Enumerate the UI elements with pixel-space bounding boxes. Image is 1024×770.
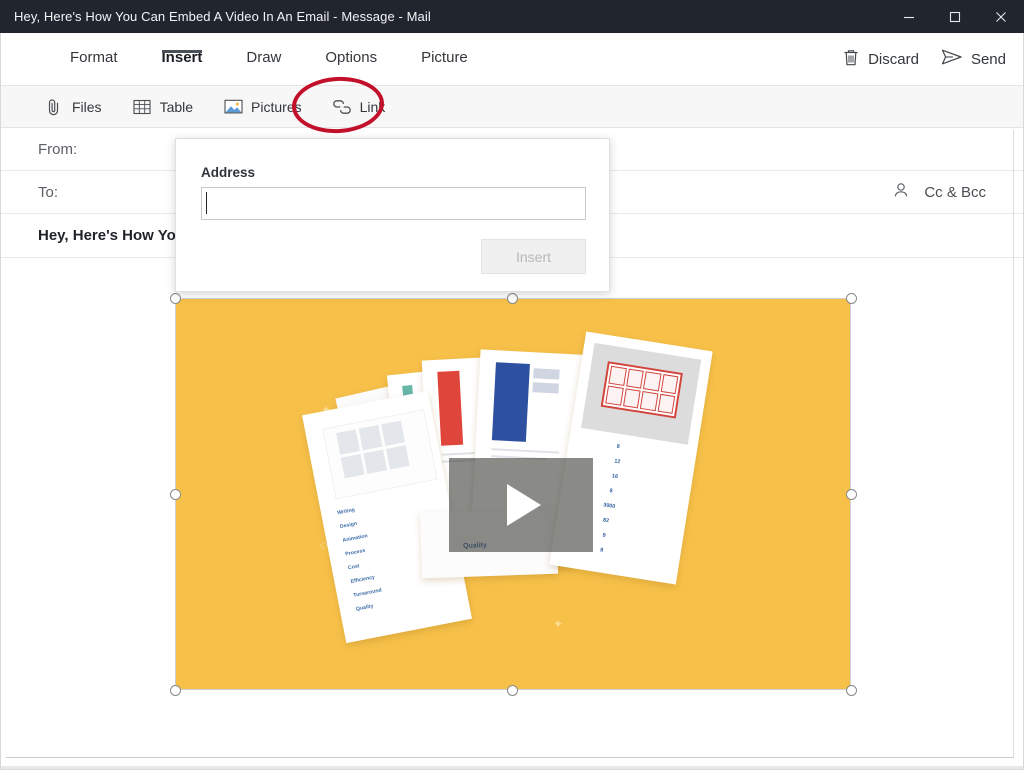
toolbar-item-table[interactable]: Table xyxy=(132,97,193,117)
resize-handle-top-center[interactable] xyxy=(507,293,518,304)
toolbar-item-link[interactable]: Link xyxy=(332,97,386,117)
ribbon-bar: Format Insert Draw Options Picture Disca… xyxy=(0,33,1024,85)
bottom-divider xyxy=(6,757,1014,758)
toolbar-item-pictures-label: Pictures xyxy=(251,99,302,115)
card-list-item: Design xyxy=(340,521,358,531)
card-list-item: Process xyxy=(345,548,366,559)
card-list-item: Writing xyxy=(337,507,356,517)
discard-label: Discard xyxy=(868,51,919,68)
window-title: Hey, Here's How You Can Embed A Video In… xyxy=(0,9,431,24)
send-icon xyxy=(941,48,963,70)
sparkle-icon: ✦ xyxy=(553,618,563,630)
ribbon-tabs: Format Insert Draw Options Picture xyxy=(48,33,490,85)
tab-picture[interactable]: Picture xyxy=(399,33,490,66)
message-body[interactable]: ✦ ◇ ◇ ◻ ✦ xyxy=(0,272,1024,745)
toolbar-item-pictures[interactable]: Pictures xyxy=(223,97,302,117)
card-list-item: Turnaround xyxy=(353,587,383,600)
card-list-item: Quality xyxy=(356,603,375,613)
discard-button[interactable]: Discard xyxy=(842,48,919,71)
toolbar-item-table-label: Table xyxy=(160,99,193,115)
insert-button[interactable]: Insert xyxy=(481,239,586,274)
tab-options[interactable]: Options xyxy=(303,33,399,66)
card-number: 8 xyxy=(609,488,613,496)
card-number: 12 xyxy=(614,458,621,466)
card-number: 9 xyxy=(602,533,606,541)
tab-picture-label: Picture xyxy=(421,49,468,66)
cc-bcc-label: Cc & Bcc xyxy=(924,184,986,201)
tab-draw[interactable]: Draw xyxy=(224,33,303,66)
text-caret xyxy=(206,192,207,214)
link-popup: Address Insert xyxy=(175,138,610,292)
title-bar: Hey, Here's How You Can Embed A Video In… xyxy=(0,0,1024,33)
resize-handle-bottom-right[interactable] xyxy=(846,685,857,696)
resize-handle-middle-left[interactable] xyxy=(170,489,181,500)
play-button-overlay[interactable] xyxy=(449,458,593,552)
card-number: 3000 xyxy=(603,502,616,511)
from-label: From: xyxy=(38,141,77,158)
window-controls xyxy=(886,0,1024,33)
embedded-video-thumbnail[interactable]: ✦ ◇ ◇ ◻ ✦ xyxy=(175,298,851,690)
tab-format[interactable]: Format xyxy=(48,33,140,66)
card-number: 16 xyxy=(611,473,618,481)
card-number: 82 xyxy=(602,517,609,525)
card-list-item: Efficiency xyxy=(350,574,375,586)
close-button[interactable] xyxy=(978,0,1024,33)
person-icon xyxy=(892,181,910,204)
card-number: 8 xyxy=(599,547,603,555)
resize-handle-top-left[interactable] xyxy=(170,293,181,304)
subject-value: Hey, Here's How Yo xyxy=(38,227,176,244)
card-list-item: Animation xyxy=(342,533,368,545)
paperclip-icon xyxy=(44,97,64,117)
cc-bcc-button[interactable]: Cc & Bcc xyxy=(892,171,986,214)
ribbon-actions: Discard Send xyxy=(842,33,1006,85)
to-label: To: xyxy=(38,184,58,201)
send-button[interactable]: Send xyxy=(941,48,1006,70)
link-icon xyxy=(332,97,352,117)
send-label: Send xyxy=(971,51,1006,68)
window-bottom-edge xyxy=(0,766,1024,770)
toolbar-item-files-label: Files xyxy=(72,99,102,115)
toolbar-item-files[interactable]: Files xyxy=(44,97,102,117)
resize-handle-bottom-left[interactable] xyxy=(170,685,181,696)
resize-handle-top-right[interactable] xyxy=(846,293,857,304)
picture-icon xyxy=(223,97,243,117)
tab-format-label: Format xyxy=(70,49,118,66)
toolbar-item-link-label: Link xyxy=(360,99,386,115)
tab-active-underline xyxy=(162,50,203,53)
maximize-button[interactable] xyxy=(932,0,978,33)
play-icon xyxy=(507,484,541,526)
illustration-cards: ✦ ◇ ◇ ◻ ✦ xyxy=(175,298,851,690)
table-icon xyxy=(132,97,152,117)
tab-options-label: Options xyxy=(325,49,377,66)
insert-toolbar: Files Table Pictures xyxy=(0,85,1024,128)
card-list-item: Cost xyxy=(348,563,361,572)
resize-handle-middle-right[interactable] xyxy=(846,489,857,500)
minimize-button[interactable] xyxy=(886,0,932,33)
trash-icon xyxy=(842,48,860,71)
address-label: Address xyxy=(201,165,255,180)
picture-selection-frame[interactable]: ✦ ◇ ◇ ◻ ✦ xyxy=(175,298,851,690)
tab-draw-label: Draw xyxy=(246,49,281,66)
tab-insert[interactable]: Insert xyxy=(140,33,225,66)
address-input[interactable] xyxy=(201,187,586,220)
card-number: 8 xyxy=(616,444,620,452)
resize-handle-bottom-center[interactable] xyxy=(507,685,518,696)
mail-compose-window: Hey, Here's How You Can Embed A Video In… xyxy=(0,0,1024,770)
body-right-edge xyxy=(1013,130,1014,757)
